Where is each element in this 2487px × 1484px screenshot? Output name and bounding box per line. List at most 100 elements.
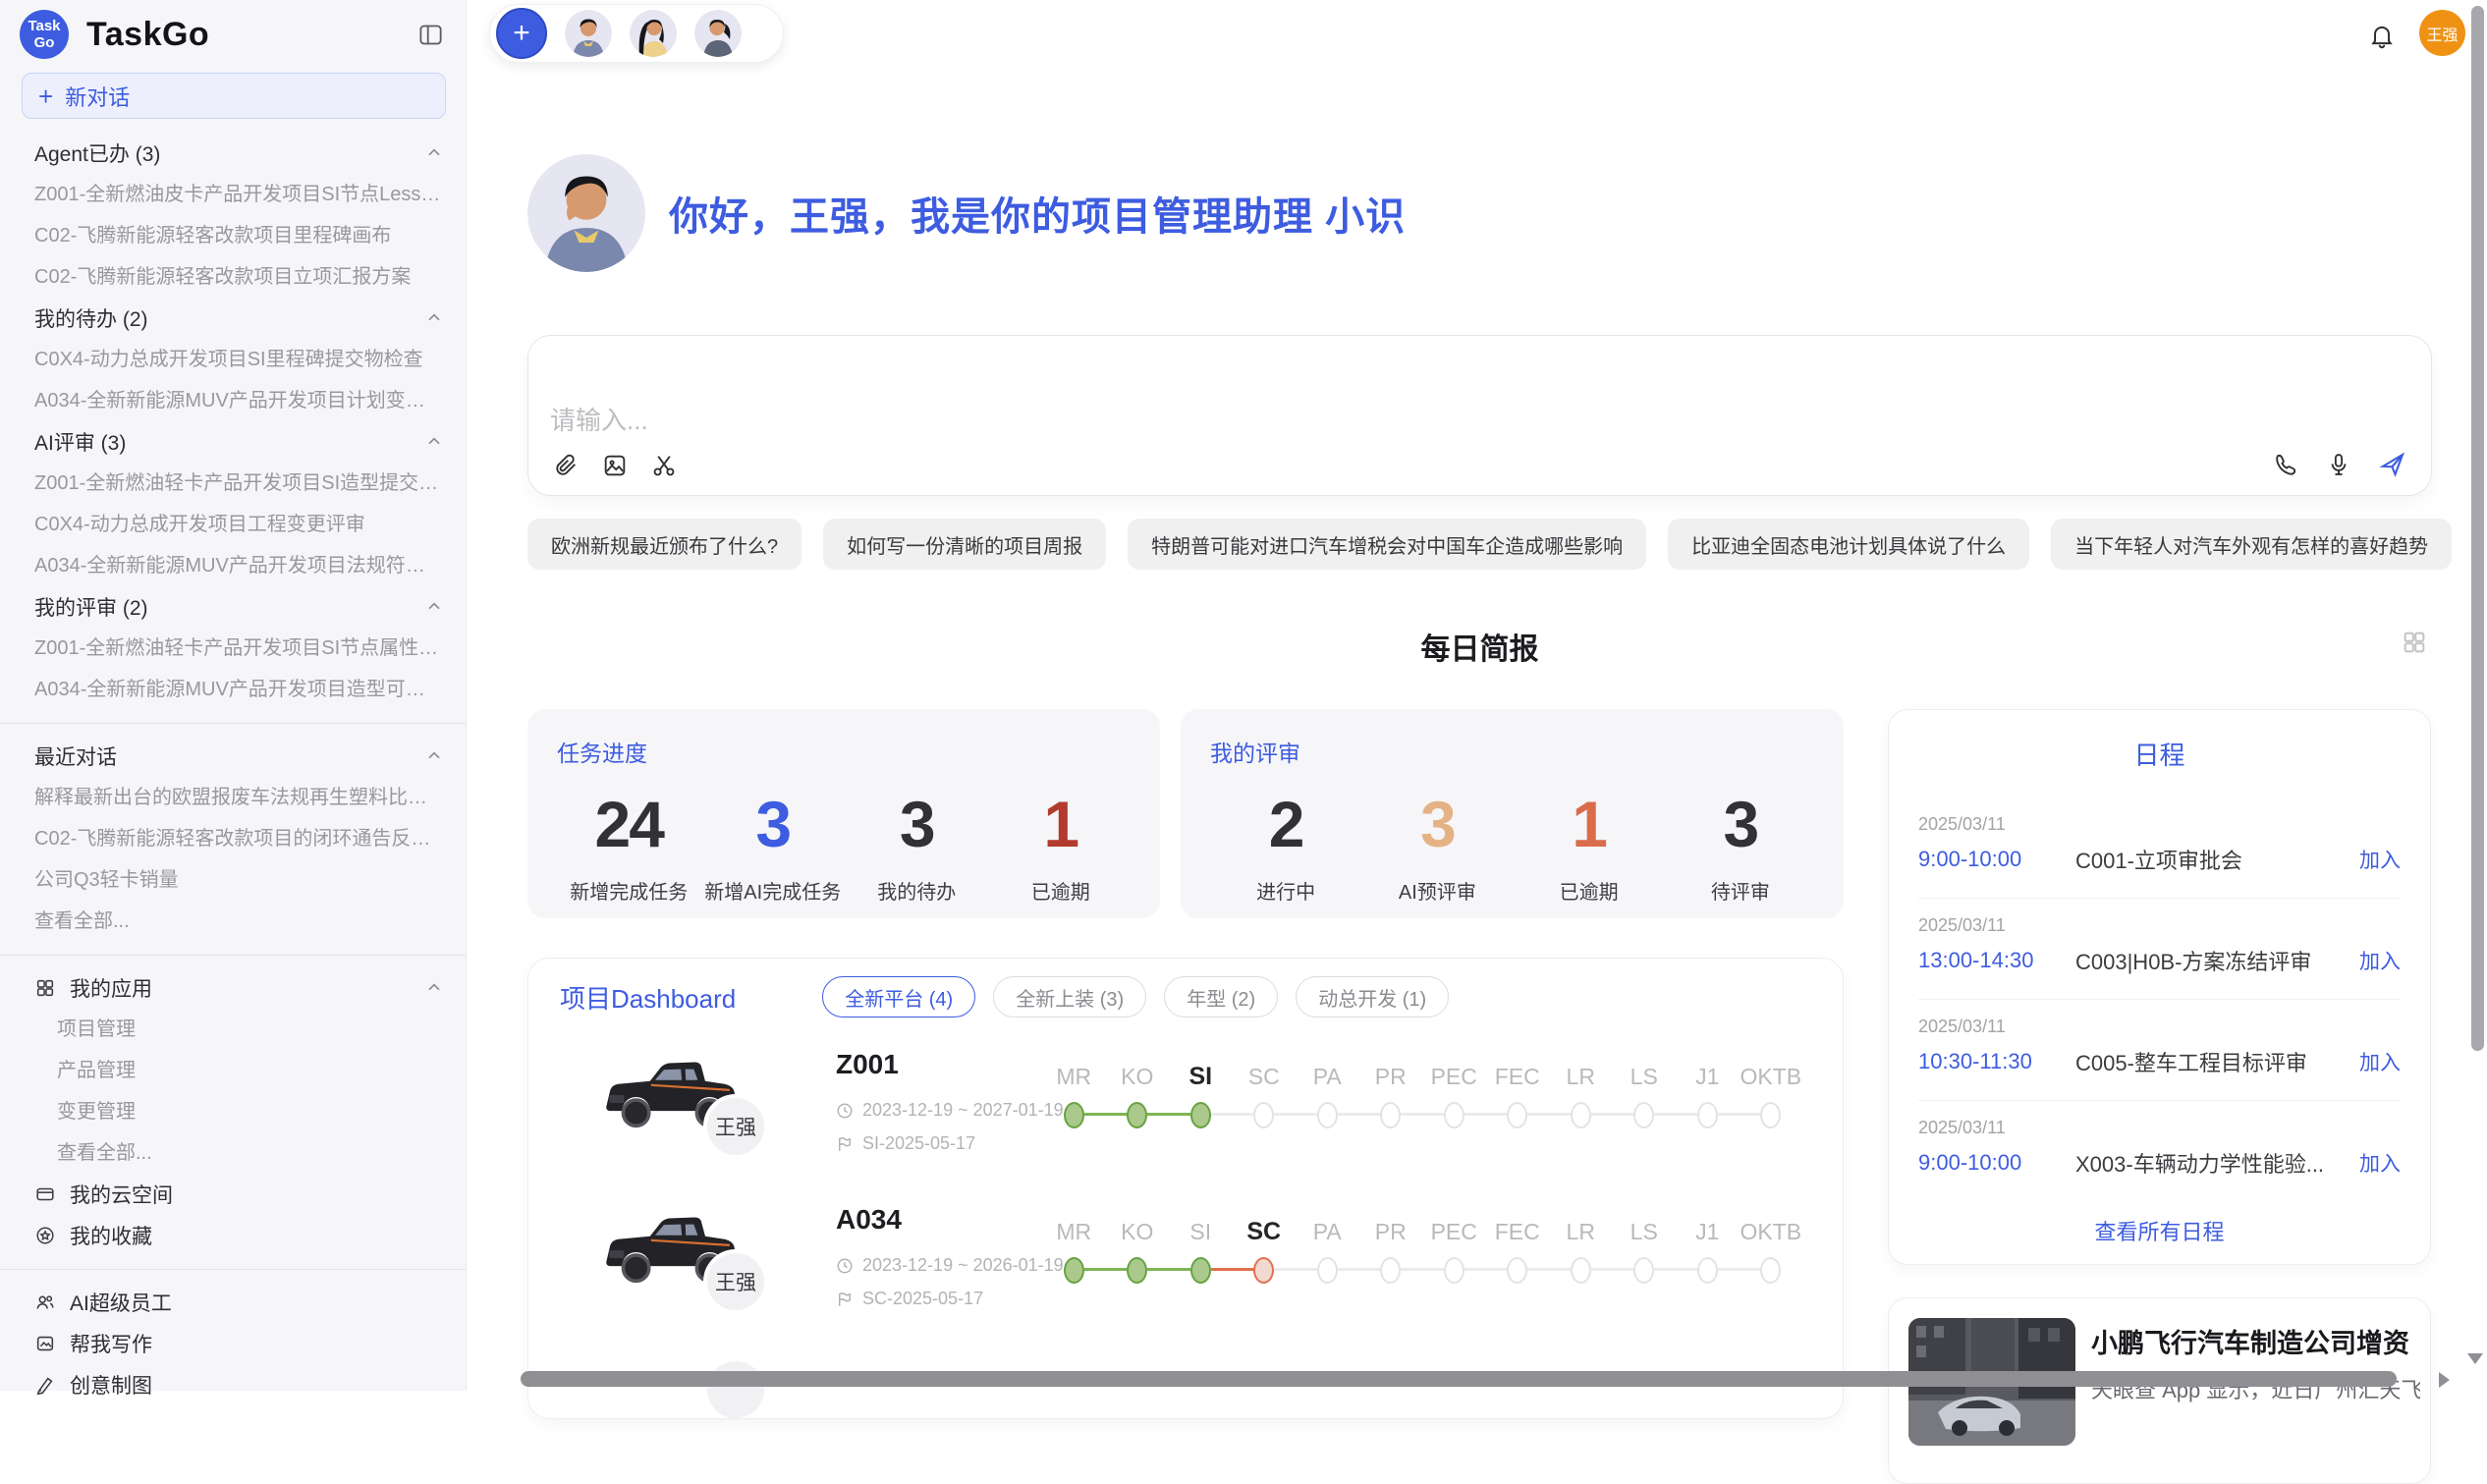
stat-label: 新增AI完成任务	[701, 876, 846, 905]
sidebar-task-item[interactable]: C0X4-动力总成开发项目SI里程碑提交物检查	[0, 339, 466, 380]
sidebar-item-help-write[interactable]: 帮我写作	[0, 1323, 466, 1364]
app-item[interactable]: 产品管理	[0, 1050, 466, 1091]
section-header-recent-chats[interactable]: 最近对话	[0, 736, 466, 777]
pen-icon	[34, 1374, 56, 1396]
app-item[interactable]: 变更管理	[0, 1091, 466, 1132]
stat-value: 3	[701, 786, 846, 862]
view-all-schedule-link[interactable]: 查看所有日程	[1889, 1215, 2430, 1246]
next-project-badge-peek	[703, 1357, 768, 1419]
milestone-line	[1274, 1113, 1317, 1116]
image-doc-icon	[34, 1333, 56, 1354]
notifications-bell-icon[interactable]	[2368, 22, 2396, 52]
new-chat-button[interactable]: + 新对话	[22, 73, 446, 119]
chevron-up-icon	[424, 978, 444, 998]
add-agent-button[interactable]: +	[496, 8, 547, 59]
stat-value: 1	[989, 786, 1133, 862]
stat-label: 待评审	[1665, 876, 1816, 905]
suggestion-chip[interactable]: 欧洲新规最近颁布了什么?	[527, 519, 801, 570]
milestone-line	[1401, 1268, 1444, 1271]
sidebar-task-item[interactable]: A034-全新新能源MUV产品开发项目造型可行性评审	[0, 669, 466, 710]
milestone-dot	[1633, 1102, 1654, 1128]
milestone: LS	[1613, 1057, 1677, 1128]
milestone: PA	[1296, 1057, 1359, 1128]
dashboard-tab[interactable]: 全新上装 (3)	[993, 976, 1146, 1017]
recent-chat-item[interactable]: 公司Q3轻卡销量	[0, 859, 466, 901]
chat-input[interactable]: 请输入...	[550, 401, 648, 437]
join-button[interactable]: 加入	[2359, 1047, 2401, 1076]
section-header-my-review[interactable]: 我的评审 (2)	[0, 586, 466, 628]
stat-label: 已逾期	[1514, 876, 1665, 905]
suggestion-chip[interactable]: 特朗普可能对进口汽车增税会对中国车企造成哪些影响	[1128, 519, 1646, 570]
horizontal-scrollbar[interactable]	[521, 1371, 2397, 1387]
sidebar-task-item[interactable]: C02-飞腾新能源轻客改款项目立项汇报方案	[0, 256, 466, 298]
vertical-scrollbar[interactable]	[2471, 6, 2484, 1051]
join-button[interactable]: 加入	[2359, 1148, 2401, 1178]
my-review-title: 我的评审	[1210, 735, 1816, 768]
suggestion-chip[interactable]: 比亚迪全固态电池计划具体说了什么	[1668, 519, 2029, 570]
project-code: Z001	[836, 1049, 899, 1080]
sidebar-item-creative-draw[interactable]: 创意制图	[0, 1364, 466, 1405]
sidebar-item-ai-staff[interactable]: AI超级员工	[0, 1282, 466, 1323]
section-header-my-apps[interactable]: 我的应用	[0, 967, 466, 1009]
scroll-down-arrow[interactable]	[2467, 1353, 2483, 1364]
milestone-line	[1338, 1268, 1381, 1271]
image-icon[interactable]	[601, 452, 629, 479]
dashboard-tab[interactable]: 全新平台 (4)	[822, 976, 975, 1017]
sidebar-task-item[interactable]: A034-全新新能源MUV产品开发项目计划变更表编写	[0, 380, 466, 421]
milestone-line	[1338, 1113, 1381, 1116]
join-button[interactable]: 加入	[2359, 946, 2401, 975]
sidebar-collapse-icon[interactable]	[417, 22, 444, 51]
news-card[interactable]: 小鹏飞行汽车制造公司增资 天眼查 App 显示，近日广州汇天飞行汽...	[1888, 1297, 2431, 1484]
logo-line2: Go	[34, 34, 55, 51]
milestone-label: LS	[1630, 1212, 1658, 1251]
sidebar-item-favorites[interactable]: 我的收藏	[0, 1215, 466, 1256]
event-name: C003|H0B-方案冻结评审	[2075, 945, 2348, 976]
dashboard-tab[interactable]: 年型 (2)	[1164, 976, 1278, 1017]
sidebar-task-item[interactable]: C0X4-动力总成开发项目工程变更评审	[0, 504, 466, 545]
layout-grid-icon[interactable]	[2401, 629, 2428, 659]
sidebar-task-item[interactable]: Z001-全新燃油皮卡产品开发项目SI节点Lesson Learn报告	[0, 174, 466, 215]
recent-chat-item[interactable]: C02-飞腾新能源轻客改款项目的闭环通告反馈情况	[0, 818, 466, 859]
app-item[interactable]: 项目管理	[0, 1009, 466, 1050]
task-progress-title: 任务进度	[557, 735, 1133, 768]
project-row-z001[interactable]: 王强 Z001 2023-12-19 ~ 2027-01-19 SI-2025-…	[558, 1037, 1813, 1194]
scissors-icon[interactable]	[650, 452, 678, 479]
agent-avatar-3[interactable]	[694, 10, 742, 57]
sidebar-task-item[interactable]: C02-飞腾新能源轻客改款项目里程碑画布	[0, 215, 466, 256]
section-header-agent-done[interactable]: Agent已办 (3)	[0, 133, 466, 174]
suggestion-chip[interactable]: 如何写一份清晰的项目周报	[823, 519, 1106, 570]
scroll-right-arrow[interactable]	[2439, 1372, 2450, 1388]
join-button[interactable]: 加入	[2359, 845, 2401, 874]
sidebar-task-item[interactable]: A034-全新新能源MUV产品开发项目法规符合性评审	[0, 545, 466, 586]
project-row-a034[interactable]: 王强 A034 2023-12-19 ~ 2026-01-19 SC-2025-…	[558, 1192, 1813, 1349]
stat: 3 我的待办	[845, 786, 989, 905]
sidebar-item-cloud-space[interactable]: 我的云空间	[0, 1174, 466, 1215]
milestone: SC	[1233, 1212, 1297, 1284]
recent-chat-item[interactable]: 解释最新出台的欧盟报废车法规再生塑料比例被调至15%...	[0, 777, 466, 818]
user-avatar[interactable]: 王强	[2419, 10, 2465, 56]
daily-brief-title: 每日简报	[527, 625, 2432, 668]
dashboard-tab[interactable]: 动总开发 (1)	[1296, 976, 1449, 1017]
event-date: 2025/03/11	[1918, 914, 2401, 936]
dashboard-title: 项目Dashboard	[560, 979, 736, 1016]
mic-icon[interactable]	[2325, 450, 2352, 479]
section-header-ai-review[interactable]: AI评审 (3)	[0, 421, 466, 463]
phone-icon[interactable]	[2272, 450, 2299, 479]
project-owner-badge: 王强	[703, 1094, 768, 1159]
app-item[interactable]: 查看全部...	[0, 1132, 466, 1174]
agent-avatar-1[interactable]	[565, 10, 612, 57]
milestone-label: LR	[1567, 1057, 1595, 1096]
section-header-my-todo[interactable]: 我的待办 (2)	[0, 298, 466, 339]
attach-icon[interactable]	[552, 452, 580, 479]
recent-chat-item[interactable]: 查看全部...	[0, 901, 466, 942]
stat: 3 新增AI完成任务	[701, 786, 846, 905]
sidebar-task-item[interactable]: Z001-全新燃油轻卡产品开发项目SI节点属性5D文件评审	[0, 628, 466, 669]
stat-value: 24	[557, 786, 701, 862]
send-icon[interactable]	[2378, 450, 2407, 479]
agent-avatar-2[interactable]	[630, 10, 677, 57]
milestone: PA	[1296, 1212, 1359, 1284]
suggestion-chip[interactable]: 当下年轻人对汽车外观有怎样的喜好趋势	[2051, 519, 2452, 570]
milestone: KO	[1106, 1057, 1170, 1128]
sidebar-task-item[interactable]: Z001-全新燃油轻卡产品开发项目SI造型提交物评审	[0, 463, 466, 504]
milestone-dot	[1571, 1257, 1591, 1284]
